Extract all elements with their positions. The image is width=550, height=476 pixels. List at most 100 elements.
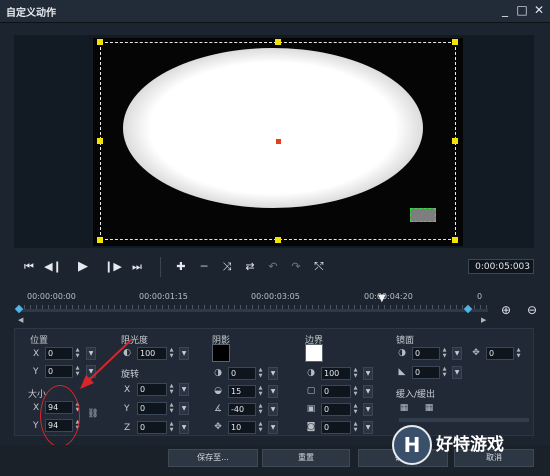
watermark-text: 好特游戏: [436, 435, 504, 455]
resize-handle-bottom-left[interactable]: [97, 237, 103, 243]
remove-keyframe-icon[interactable]: ━: [195, 258, 213, 276]
ease-in-icon[interactable]: ▦: [398, 402, 410, 414]
prev-frame-icon[interactable]: ◀❙: [44, 258, 62, 276]
rotation-z-input[interactable]: 0: [137, 421, 167, 434]
mirror-opacity-icon: ◑: [398, 348, 406, 358]
resize-handle-top-right[interactable]: [452, 39, 458, 45]
border-width-spinner[interactable]: ▲ ▼: [352, 385, 359, 398]
duplicate-icon[interactable]: ⤲: [310, 258, 328, 276]
resize-handle-bottom[interactable]: [275, 237, 281, 243]
resize-handle-top[interactable]: [275, 39, 281, 45]
border-blur-dropdown[interactable]: ▼: [363, 403, 373, 416]
mirror-opacity-spinner[interactable]: ▲ ▼: [441, 347, 448, 360]
timeline-tick-0: 00:00:00:00: [27, 292, 76, 301]
reset-button[interactable]: 重置: [262, 449, 350, 467]
zoom-in-icon[interactable]: ⊕: [498, 302, 514, 318]
scroll-left-icon[interactable]: ◀: [18, 316, 23, 324]
position-x-input[interactable]: 0: [45, 347, 73, 360]
shadow-opacity-dropdown[interactable]: ▼: [268, 367, 278, 380]
timecode-display[interactable]: 0:00:05:003: [468, 259, 534, 274]
border-blur-spinner[interactable]: ▲ ▼: [352, 403, 359, 416]
shadow-distance-spinner[interactable]: ▲ ▼: [257, 421, 264, 434]
mirror-fade-spinner[interactable]: ▲ ▼: [441, 366, 448, 379]
resize-handle-right[interactable]: [452, 138, 458, 144]
shadow-blur-dropdown[interactable]: ▼: [268, 385, 278, 398]
close-button[interactable]: ✕: [532, 3, 546, 17]
mirror-label: 镜面: [396, 336, 415, 346]
timeline-tick-2: 00:00:03:05: [251, 292, 300, 301]
first-frame-icon[interactable]: ⏮: [20, 258, 38, 276]
next-frame-icon[interactable]: ❙▶: [104, 258, 122, 276]
mirror-fade-input[interactable]: 0: [412, 366, 440, 379]
title-bar: [0, 0, 550, 23]
size-y-label: Y: [33, 421, 39, 431]
last-frame-icon[interactable]: ⏭: [128, 258, 146, 276]
center-point[interactable]: [276, 139, 281, 144]
rotation-y-spinner[interactable]: ▲ ▼: [168, 402, 175, 415]
border-width-dropdown[interactable]: ▼: [363, 385, 373, 398]
opacity-spinner[interactable]: ▲ ▼: [168, 347, 175, 360]
shadow-angle-dropdown[interactable]: ▼: [268, 403, 278, 416]
opacity-dropdown[interactable]: ▼: [179, 347, 189, 360]
border-width-input[interactable]: 0: [321, 385, 351, 398]
border-blur-input[interactable]: 0: [321, 403, 351, 416]
border-opacity-input[interactable]: 100: [321, 367, 351, 380]
border-opacity-icon: ◑: [307, 368, 315, 378]
opacity-input[interactable]: 100: [137, 347, 167, 360]
rotation-x-dropdown[interactable]: ▼: [179, 383, 189, 396]
resize-handle-top-left[interactable]: [97, 39, 103, 45]
minimize-button[interactable]: _: [498, 3, 512, 17]
maximize-button[interactable]: □: [515, 3, 529, 17]
playhead-icon[interactable]: ▼: [378, 294, 386, 304]
rotation-z-dropdown[interactable]: ▼: [179, 421, 189, 434]
shadow-color-swatch[interactable]: [212, 344, 230, 362]
mirror-fade-dropdown[interactable]: ▼: [452, 366, 462, 379]
border-color-swatch[interactable]: [305, 344, 323, 362]
mirror-opacity-input[interactable]: 0: [412, 347, 440, 360]
timeline-tick-1: 00:00:01:15: [139, 292, 188, 301]
rotation-y-input[interactable]: 0: [137, 402, 167, 415]
reverse-path-icon[interactable]: ⤨: [218, 258, 236, 276]
shadow-blur-input[interactable]: 15: [228, 385, 256, 398]
shadow-distance-icon: ✥: [214, 422, 222, 432]
swap-icon[interactable]: ⇄: [241, 258, 259, 276]
shadow-blur-icon: ◒: [214, 386, 222, 396]
rotation-y-dropdown[interactable]: ▼: [179, 402, 189, 415]
mirror-distance-input[interactable]: 0: [486, 347, 514, 360]
play-icon[interactable]: ▶: [74, 258, 92, 276]
move-left-icon[interactable]: ↶: [264, 258, 282, 276]
resize-handle-bottom-right[interactable]: [452, 237, 458, 243]
link-icon[interactable]: ⛓: [87, 408, 99, 420]
save-to-button[interactable]: 保存至...: [168, 449, 258, 467]
timeline-track[interactable]: [18, 309, 488, 312]
border-opacity-dropdown[interactable]: ▼: [363, 367, 373, 380]
scroll-right-icon[interactable]: ▶: [481, 316, 486, 324]
rotation-z-spinner[interactable]: ▲ ▼: [168, 421, 175, 434]
rotation-x-spinner[interactable]: ▲ ▼: [168, 383, 175, 396]
shadow-opacity-input[interactable]: 0: [228, 367, 256, 380]
border-style-input[interactable]: 0: [321, 421, 351, 434]
shadow-position-marker[interactable]: [410, 208, 436, 222]
shadow-opacity-spinner[interactable]: ▲ ▼: [257, 367, 264, 380]
shadow-angle-spinner[interactable]: ▲ ▼: [257, 403, 264, 416]
border-style-dropdown[interactable]: ▼: [363, 421, 373, 434]
shadow-angle-input[interactable]: -40: [228, 403, 256, 416]
mirror-distance-spinner[interactable]: ▲ ▼: [515, 347, 522, 360]
add-keyframe-icon[interactable]: ✚: [172, 258, 190, 276]
border-style-spinner[interactable]: ▲ ▼: [352, 421, 359, 434]
shadow-distance-dropdown[interactable]: ▼: [268, 421, 278, 434]
move-right-icon[interactable]: ↷: [287, 258, 305, 276]
ease-slider[interactable]: [399, 418, 529, 422]
mirror-opacity-dropdown[interactable]: ▼: [452, 347, 462, 360]
ease-out-icon[interactable]: ▦: [423, 402, 435, 414]
timeline-tick-4: 0: [477, 292, 483, 301]
border-blur-icon: ▣: [306, 404, 316, 414]
size-x-label: X: [33, 403, 40, 413]
border-opacity-spinner[interactable]: ▲ ▼: [352, 367, 359, 380]
shadow-distance-input[interactable]: 10: [228, 421, 256, 434]
zoom-out-icon[interactable]: ⊖: [524, 302, 540, 318]
resize-handle-left[interactable]: [97, 138, 103, 144]
rotation-x-input[interactable]: 0: [137, 383, 167, 396]
shadow-blur-spinner[interactable]: ▲ ▼: [257, 385, 264, 398]
position-y-input[interactable]: 0: [45, 365, 73, 378]
